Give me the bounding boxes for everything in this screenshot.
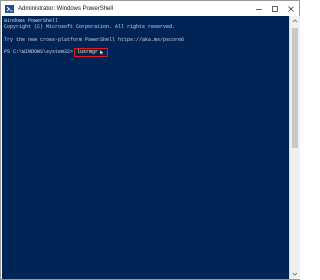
scrollbar-thumb[interactable] (292, 28, 298, 148)
window-title: Administrator: Windows PowerShell (18, 5, 114, 12)
close-icon[interactable] (283, 1, 299, 16)
minimize-icon[interactable] (251, 1, 267, 16)
command-highlight[interactable]: lusrmgr (74, 48, 109, 57)
console-output[interactable]: Windows PowerShell Copyright (C) Microso… (2, 16, 289, 279)
console-line: Copyright (C) Microsoft Corporation. All… (4, 24, 176, 30)
vertical-scrollbar[interactable] (289, 16, 300, 279)
scroll-down-icon[interactable] (290, 269, 300, 279)
scroll-up-icon[interactable] (290, 16, 300, 26)
mouse-cursor-icon (100, 50, 104, 55)
prompt-text: PS C:\WINDOWS\system32> (4, 49, 74, 56)
window-controls (251, 1, 299, 16)
prompt-line: PS C:\WINDOWS\system32> lusrmgr (4, 48, 109, 57)
powershell-window: Administrator: Windows PowerShell Window… (0, 0, 300, 280)
title-bar[interactable]: Administrator: Windows PowerShell (1, 1, 299, 16)
maximize-icon[interactable] (267, 1, 283, 16)
command-text[interactable]: lusrmgr (77, 49, 98, 56)
console-line: Try the new cross-platform PowerShell ht… (4, 37, 185, 43)
powershell-icon (5, 4, 14, 13)
